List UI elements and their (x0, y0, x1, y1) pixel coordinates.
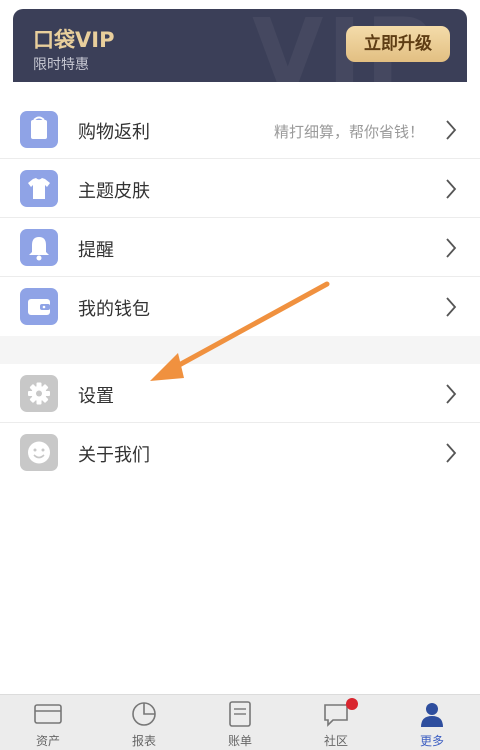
shopping-bag-icon (20, 111, 58, 148)
pie-chart-icon (132, 702, 156, 726)
smiley-icon (20, 434, 58, 471)
upgrade-button[interactable]: 立即升级 (346, 26, 450, 62)
menu-group-main: 购物返利 精打细算，帮你省钱！ 主题皮肤 提醒 我的钱包 (0, 100, 480, 336)
menu-item-theme-skin[interactable]: 主题皮肤 (0, 159, 480, 218)
vip-banner-section: VIP 口袋VIP 限时特惠 立即升级 (0, 0, 480, 100)
card-icon (34, 704, 62, 724)
menu-item-label: 购物返利 (78, 122, 150, 143)
menu-item-label: 主题皮肤 (78, 181, 150, 202)
tab-label: 社区 (323, 734, 348, 748)
menu-item-shopping-rebate[interactable]: 购物返利 精打细算，帮你省钱！ (0, 100, 480, 159)
chevron-right-icon (446, 297, 457, 317)
chevron-right-icon (446, 384, 457, 404)
tab-community[interactable]: 社区 (288, 695, 384, 750)
menu-item-wallet[interactable]: 我的钱包 (0, 277, 480, 336)
vip-card[interactable]: VIP 口袋VIP 限时特惠 立即升级 (13, 9, 467, 82)
tshirt-icon (20, 170, 58, 207)
tab-label: 账单 (227, 734, 252, 748)
menu-group-secondary: 设置 关于我们 (0, 364, 480, 482)
wallet-icon (20, 288, 58, 325)
menu-item-label: 我的钱包 (78, 299, 150, 320)
bottom-tab-bar: 资产 报表 账单 社区 更多 (0, 694, 480, 750)
tab-label: 报表 (131, 734, 156, 748)
vip-title: 口袋VIP (33, 28, 115, 52)
tab-more[interactable]: 更多 (384, 695, 480, 750)
tab-reports[interactable]: 报表 (96, 695, 192, 750)
tab-label: 资产 (35, 734, 60, 748)
notification-badge (346, 698, 358, 710)
menu-item-label: 关于我们 (78, 445, 150, 466)
document-icon (229, 701, 251, 727)
menu-item-reminder[interactable]: 提醒 (0, 218, 480, 277)
tab-label: 更多 (419, 734, 444, 748)
chevron-right-icon (446, 179, 457, 199)
menu-item-label: 设置 (78, 386, 114, 407)
tab-bills[interactable]: 账单 (192, 695, 288, 750)
chevron-right-icon (446, 443, 457, 463)
more-page: VIP 口袋VIP 限时特惠 立即升级 购物返利 精打细算，帮你省钱！ 主题皮肤 (0, 0, 480, 750)
bell-icon (20, 229, 58, 266)
vip-subtitle: 限时特惠 (33, 57, 89, 73)
menu-item-about-us[interactable]: 关于我们 (0, 423, 480, 482)
chevron-right-icon (446, 238, 457, 258)
menu-item-hint: 精打细算，帮你省钱！ (273, 123, 424, 141)
gear-icon (20, 375, 58, 412)
chevron-right-icon (446, 120, 457, 140)
menu-item-label: 提醒 (78, 240, 114, 261)
person-icon (421, 703, 443, 727)
menu-item-settings[interactable]: 设置 (0, 364, 480, 423)
tab-assets[interactable]: 资产 (0, 695, 96, 750)
content-background (0, 482, 480, 694)
